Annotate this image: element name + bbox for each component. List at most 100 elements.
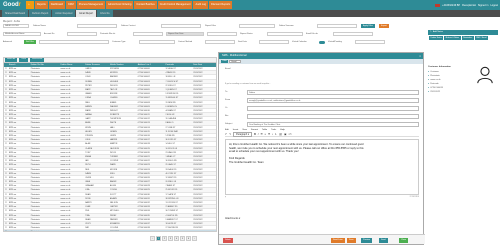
channel-select[interactable]: Email bbox=[229, 59, 242, 64]
saved-filter-select[interactable]: SAVED FILTER bbox=[3, 24, 29, 28]
table-cell: 3 QUEEN ST bbox=[165, 88, 177, 91]
page-button[interactable]: 1 bbox=[156, 236, 161, 241]
attachments-toggle[interactable]: Attachments ▾ bbox=[225, 217, 240, 220]
subject-field[interactable]: Your Booking at The Grubber Clinic bbox=[247, 121, 419, 127]
nav-discount-reports[interactable]: Discount Reports bbox=[209, 1, 233, 9]
page-button[interactable]: 5 bbox=[180, 236, 185, 241]
page-button[interactable]: 4 bbox=[174, 236, 179, 241]
user-name[interactable]: Receptionist bbox=[462, 4, 476, 7]
table-cell: JOAN bbox=[85, 206, 91, 209]
nav-credit-control[interactable]: Credit Control Management bbox=[157, 1, 193, 9]
customer-sidebar: ✎ Add Notes Debtor Notes Actions & Notes… bbox=[428, 30, 498, 120]
delete-button[interactable]: Delete bbox=[223, 238, 233, 243]
send-later-button[interactable]: Send Later bbox=[331, 238, 345, 243]
send-email-button[interactable]: Send Email bbox=[30, 58, 45, 62]
page-button[interactable]: 2 bbox=[162, 236, 167, 241]
filter-input[interactable] bbox=[267, 32, 303, 36]
redo-icon[interactable]: ↷ bbox=[229, 133, 231, 136]
main-nav: ⌂ Reports Dashboard CRM Process Manageme… bbox=[26, 1, 233, 9]
select-all-button[interactable]: Select All bbox=[5, 58, 18, 62]
filter-button[interactable]: Filter bbox=[221, 59, 229, 64]
from-field[interactable]: noreply@goodoffice.co.uk; notifications@… bbox=[247, 97, 419, 103]
bold-icon[interactable]: B bbox=[254, 133, 256, 136]
table-cell: WARD bbox=[110, 164, 116, 167]
filter-input[interactable] bbox=[259, 40, 290, 44]
save-button[interactable]: Save bbox=[347, 238, 356, 243]
filter-input[interactable] bbox=[67, 32, 97, 36]
sms-email-button[interactable]: SMS / Email bbox=[474, 36, 489, 40]
nav-audit-log[interactable]: Audit Log bbox=[193, 1, 209, 9]
table-cell: 07700 900038 bbox=[137, 227, 150, 230]
table-row[interactable]: ☐BPFLowPhotostatename.co.ukJOSTEWART0770… bbox=[4, 230, 216, 231]
filter-input[interactable] bbox=[355, 40, 386, 44]
reminders-button[interactable]: Reminders bbox=[461, 36, 474, 40]
filter-input[interactable] bbox=[239, 24, 275, 28]
tab-inbox[interactable]: Inbox Re bbox=[97, 10, 113, 17]
align-right-icon[interactable]: ☰ bbox=[268, 133, 270, 136]
align-left-icon[interactable]: ☰ bbox=[260, 133, 262, 136]
filter-input[interactable]: Mobile Account Name bbox=[3, 32, 41, 36]
repeat-due-date-input[interactable]: Repeat Due Date bbox=[166, 32, 204, 36]
apply-filter-button[interactable]: Apply Filter bbox=[361, 24, 376, 28]
align-center-icon[interactable]: ≡ bbox=[265, 133, 266, 136]
filter-input[interactable] bbox=[207, 32, 237, 36]
page-next-icon[interactable]: › bbox=[192, 236, 197, 241]
cc-field[interactable] bbox=[247, 105, 419, 111]
filter-input[interactable] bbox=[205, 40, 236, 44]
bullet-list-icon[interactable]: • bbox=[272, 133, 273, 136]
to-row: To Debtor bbox=[225, 89, 419, 95]
to-field[interactable]: Debtor bbox=[247, 89, 419, 95]
format-select[interactable]: Paragraph ▾ bbox=[233, 131, 253, 137]
logout-link[interactable]: Logout bbox=[490, 4, 498, 7]
filter-input[interactable] bbox=[77, 24, 117, 28]
home-icon[interactable]: ⌂ bbox=[26, 1, 34, 9]
link-icon[interactable]: ⛓ bbox=[279, 133, 282, 136]
filter-input[interactable] bbox=[133, 32, 163, 36]
filter-input[interactable] bbox=[333, 32, 373, 36]
code-icon[interactable]: </> bbox=[288, 133, 291, 136]
close-button[interactable]: Close bbox=[399, 238, 409, 243]
table-cell: 18 HOPE ST bbox=[165, 222, 177, 225]
export-button[interactable]: Export bbox=[379, 24, 389, 28]
tab-email-report[interactable]: Email Report bbox=[76, 10, 97, 17]
nav-contact-batches[interactable]: Contact Batches bbox=[134, 1, 157, 9]
undo-icon[interactable]: ↶ bbox=[225, 133, 227, 136]
page-prev-icon[interactable]: ‹ bbox=[150, 236, 155, 241]
filter-input[interactable] bbox=[317, 24, 357, 28]
actions-notes-button[interactable]: Actions & Notes bbox=[444, 36, 461, 40]
italic-icon[interactable]: I bbox=[258, 133, 259, 136]
page-button[interactable]: 3 bbox=[168, 236, 173, 241]
tab-debtors-report[interactable]: Debtors Report bbox=[29, 10, 52, 17]
set-filter-button[interactable]: Set Filter bbox=[24, 40, 37, 44]
tab-shared-dashboard[interactable]: Shared Dashboard bbox=[2, 10, 29, 17]
filter-input[interactable] bbox=[139, 40, 176, 44]
send-button[interactable]: Send bbox=[379, 238, 388, 243]
preview-button[interactable]: Preview bbox=[361, 238, 373, 243]
tab-action-required[interactable]: Action Required bbox=[52, 10, 76, 17]
table-cell: Photostate bbox=[30, 105, 40, 108]
nav-crm[interactable]: CRM bbox=[66, 1, 76, 9]
table-cell: 40 YORK ST bbox=[165, 172, 177, 175]
close-icon[interactable]: × bbox=[419, 54, 421, 58]
nav-process-management[interactable]: Process Management bbox=[76, 1, 106, 9]
image-icon[interactable]: ▣ bbox=[284, 133, 286, 136]
table-cell: MARK bbox=[85, 109, 91, 112]
toggle-switch[interactable] bbox=[319, 40, 326, 44]
nav-admin[interactable]: Admin/Cost Ordering bbox=[106, 1, 134, 9]
clear-button[interactable]: Clear bbox=[19, 58, 29, 62]
filter-label: Postcode File ab. bbox=[100, 33, 116, 35]
filter-input[interactable] bbox=[39, 40, 110, 44]
email-body-editor[interactable]: Hi, this is Grubber Health Co. We notice… bbox=[225, 139, 419, 195]
flag-icon bbox=[435, 3, 441, 7]
table-cell: SCOTT bbox=[110, 193, 117, 196]
table-cell: 07700 900016 bbox=[137, 135, 150, 137]
table-cell: name.co.uk bbox=[60, 122, 71, 125]
number-list-icon[interactable]: 1. bbox=[275, 133, 277, 136]
page-button[interactable]: 6 bbox=[186, 236, 191, 241]
nav-dashboard[interactable]: Dashboard bbox=[48, 1, 65, 9]
nav-reports[interactable]: Reports bbox=[35, 1, 48, 9]
app-logo[interactable]: Goodr bbox=[3, 1, 25, 9]
filter-input[interactable] bbox=[161, 24, 201, 28]
bcc-field[interactable] bbox=[247, 113, 419, 119]
debtor-notes-button[interactable]: Debtor Notes bbox=[429, 36, 444, 40]
